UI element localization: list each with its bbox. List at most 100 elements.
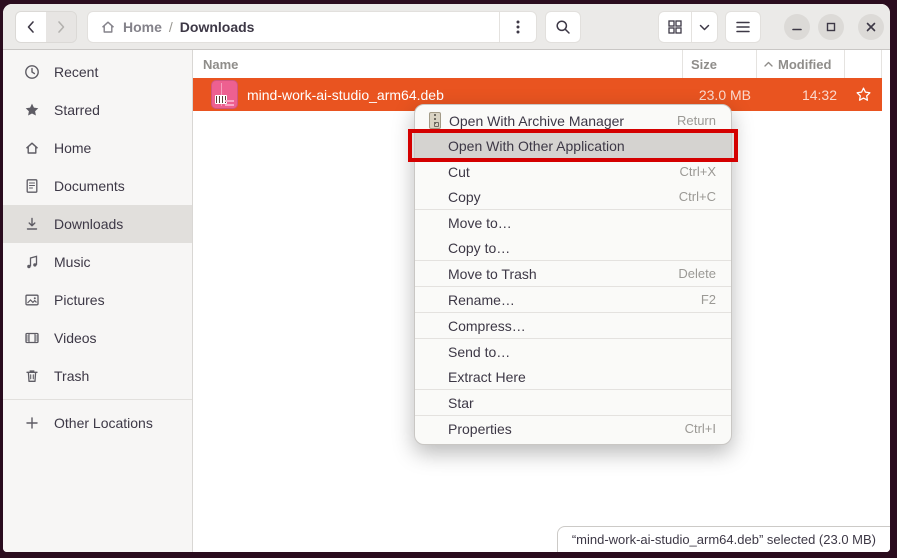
sidebar-item-label: Starred xyxy=(54,102,100,118)
menu-item-compress[interactable]: Compress… xyxy=(415,313,731,338)
kebab-menu-icon xyxy=(516,19,520,35)
music-note-icon xyxy=(24,254,40,270)
list-column-headers: Name Size Modified xyxy=(193,50,890,78)
header-bar: Home / Downloads xyxy=(3,4,890,50)
sidebar-item-pictures[interactable]: Pictures xyxy=(3,281,192,319)
menu-item-send-to[interactable]: Send to… xyxy=(415,339,731,364)
sidebar-item-videos[interactable]: Videos xyxy=(3,319,192,357)
search-button[interactable] xyxy=(545,11,581,43)
search-icon xyxy=(555,19,571,35)
menu-item-accel: Return xyxy=(677,113,716,128)
column-header-name[interactable]: Name xyxy=(193,50,683,78)
menu-item-label: Extract Here xyxy=(448,369,526,385)
star-icon xyxy=(24,102,40,118)
menu-item-accel: Ctrl+C xyxy=(679,189,716,204)
menu-item-accel: Delete xyxy=(678,266,716,281)
menu-item-rename[interactable]: Rename… F2 xyxy=(415,287,731,312)
sidebar-item-label: Other Locations xyxy=(54,415,153,431)
view-options-dropdown[interactable] xyxy=(692,12,717,42)
view-toggle-split-button xyxy=(658,11,718,43)
sidebar-item-trash[interactable]: Trash xyxy=(3,357,192,395)
menu-item-copy-to[interactable]: Copy to… xyxy=(415,235,731,260)
hamburger-icon xyxy=(735,21,751,33)
menu-item-accel: Ctrl+X xyxy=(680,164,716,179)
status-text: “mind-work-ai-studio_arm64.deb” selected… xyxy=(572,532,876,547)
sidebar-item-label: Home xyxy=(54,140,91,156)
context-menu: Open With Archive Manager Return Open Wi… xyxy=(414,104,732,445)
menu-item-label: Move to… xyxy=(448,215,512,231)
home-icon xyxy=(24,140,40,156)
grid-view-icon xyxy=(667,19,683,35)
grid-view-button[interactable] xyxy=(659,12,692,42)
file-name: mind-work-ai-studio_arm64.deb xyxy=(247,87,444,103)
column-header-modified[interactable]: Modified xyxy=(757,50,845,78)
menu-item-extract-here[interactable]: Extract Here xyxy=(415,364,731,389)
path-options-button[interactable] xyxy=(499,12,536,42)
trash-icon xyxy=(24,368,40,384)
plus-icon xyxy=(24,415,40,431)
file-size-cell: 23.0 MB xyxy=(683,87,757,103)
deb-package-icon xyxy=(211,80,238,109)
column-header-star[interactable] xyxy=(845,50,882,78)
maximize-button[interactable] xyxy=(818,14,844,40)
archive-manager-icon xyxy=(429,112,441,129)
file-modified-cell: 14:32 xyxy=(757,87,845,103)
breadcrumb-bar: Home / Downloads xyxy=(87,11,537,43)
menu-item-label: Open With Archive Manager xyxy=(449,113,624,129)
column-header-label: Name xyxy=(203,57,238,72)
app-menu-button[interactable] xyxy=(725,11,761,43)
sidebar-item-label: Trash xyxy=(54,368,89,384)
selection-status-bar: “mind-work-ai-studio_arm64.deb” selected… xyxy=(557,526,890,552)
minimize-button[interactable] xyxy=(784,14,810,40)
sidebar-item-other-locations[interactable]: Other Locations xyxy=(3,404,192,442)
breadcrumb-separator: / xyxy=(169,19,173,35)
chevron-right-icon xyxy=(54,20,68,34)
back-button[interactable] xyxy=(16,12,46,42)
sidebar-item-home[interactable]: Home xyxy=(3,129,192,167)
sidebar-item-music[interactable]: Music xyxy=(3,243,192,281)
download-icon xyxy=(24,216,40,232)
menu-item-open-with-archive-manager[interactable]: Open With Archive Manager Return xyxy=(415,108,731,133)
menu-item-star[interactable]: Star xyxy=(415,390,731,415)
menu-item-label: Properties xyxy=(448,421,512,437)
menu-item-label: Move to Trash xyxy=(448,266,537,282)
menu-item-accel: F2 xyxy=(701,292,716,307)
document-icon xyxy=(24,178,40,194)
sidebar-item-downloads[interactable]: Downloads xyxy=(3,205,192,243)
close-icon xyxy=(865,21,877,33)
file-star-cell[interactable] xyxy=(845,86,882,103)
sort-ascending-icon xyxy=(763,59,774,70)
sidebar-item-starred[interactable]: Starred xyxy=(3,91,192,129)
menu-item-move-to-trash[interactable]: Move to Trash Delete xyxy=(415,261,731,286)
sidebar-item-label: Downloads xyxy=(54,216,123,232)
sidebar-item-recent[interactable]: Recent xyxy=(3,53,192,91)
sidebar-item-label: Recent xyxy=(54,64,98,80)
menu-item-cut[interactable]: Cut Ctrl+X xyxy=(415,159,731,184)
menu-item-properties[interactable]: Properties Ctrl+I xyxy=(415,416,731,441)
sidebar-separator xyxy=(3,399,192,400)
column-header-size[interactable]: Size xyxy=(683,50,757,78)
column-header-label: Size xyxy=(691,57,717,72)
maximize-icon xyxy=(825,21,837,33)
menu-item-copy[interactable]: Copy Ctrl+C xyxy=(415,184,731,209)
menu-item-label: Copy xyxy=(448,189,481,205)
menu-item-label: Compress… xyxy=(448,318,526,334)
forward-button[interactable] xyxy=(46,12,76,42)
sidebar-item-documents[interactable]: Documents xyxy=(3,167,192,205)
breadcrumb-current[interactable]: Downloads xyxy=(180,19,255,35)
menu-item-label: Open With Other Application xyxy=(448,138,625,154)
breadcrumb-home[interactable]: Home xyxy=(123,19,162,35)
chevron-left-icon xyxy=(24,20,38,34)
column-header-label: Modified xyxy=(778,57,831,72)
picture-icon xyxy=(24,292,40,308)
menu-item-label: Cut xyxy=(448,164,470,180)
menu-item-open-with-other-application[interactable]: Open With Other Application xyxy=(415,133,731,158)
file-manager-window: Home / Downloads xyxy=(3,4,890,552)
home-icon xyxy=(100,19,116,35)
close-button[interactable] xyxy=(858,14,884,40)
menu-item-move-to[interactable]: Move to… xyxy=(415,210,731,235)
clock-icon xyxy=(24,64,40,80)
sidebar-item-label: Music xyxy=(54,254,91,270)
sidebar-item-label: Videos xyxy=(54,330,97,346)
menu-item-label: Copy to… xyxy=(448,240,510,256)
